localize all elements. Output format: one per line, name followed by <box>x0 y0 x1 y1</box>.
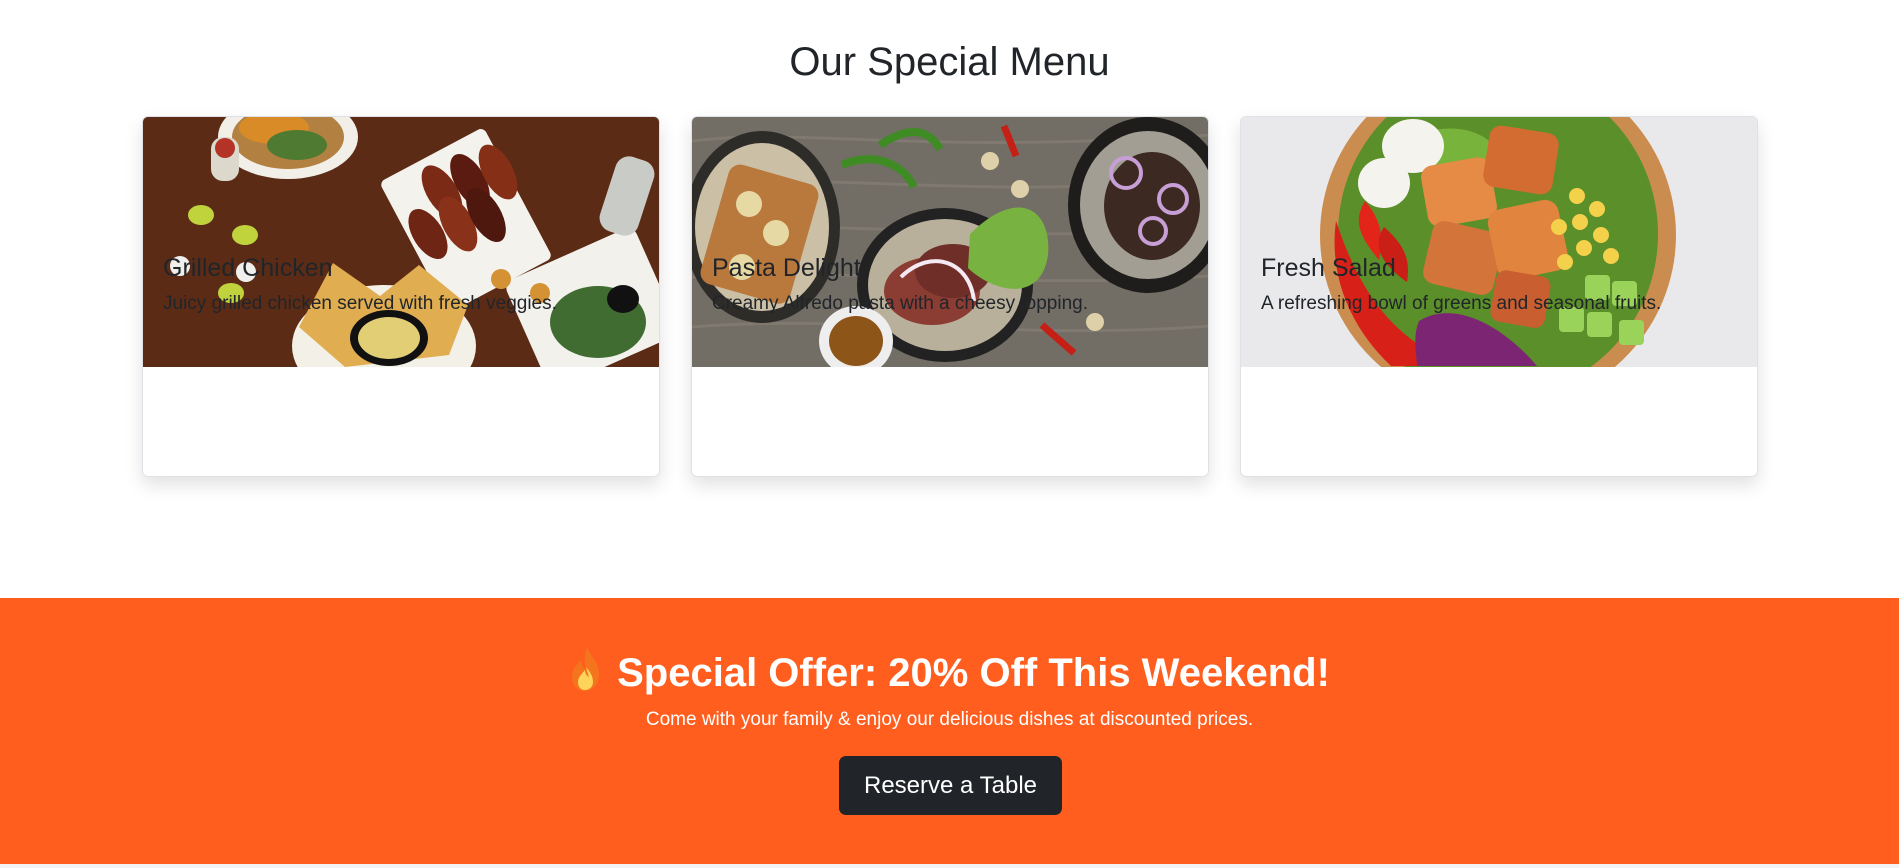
menu-card-fresh-salad[interactable]: Fresh Salad A refreshing bowl of greens … <box>1240 116 1758 477</box>
section-title: Our Special Menu <box>789 40 1110 84</box>
fresh-salad-image <box>1241 117 1757 367</box>
special-offer-banner: Special Offer: 20% Off This Weekend! Com… <box>0 598 1899 868</box>
card-title: Pasta Delight <box>712 254 861 282</box>
card-body <box>143 367 659 476</box>
grilled-chicken-image <box>143 117 659 367</box>
card-body <box>692 367 1208 476</box>
pasta-delight-image <box>692 117 1208 367</box>
card-description: Juicy grilled chicken served with fresh … <box>163 293 557 314</box>
reserve-table-button[interactable]: Reserve a Table <box>839 756 1062 815</box>
offer-heading-text: Special Offer: 20% Off This Weekend! <box>617 651 1330 695</box>
card-description: Creamy Alfredo pasta with a cheesy toppi… <box>712 293 1088 314</box>
bottom-edge <box>0 864 1899 868</box>
card-description: A refreshing bowl of greens and seasonal… <box>1261 293 1662 314</box>
flame-icon <box>572 647 600 691</box>
card-title: Fresh Salad <box>1261 254 1396 282</box>
offer-heading: Special Offer: 20% Off This Weekend! <box>0 646 1899 698</box>
menu-card-pasta-delight[interactable]: Pasta Delight Creamy Alfredo pasta with … <box>691 116 1209 477</box>
card-title: Grilled Chicken <box>163 254 333 282</box>
special-menu-section: Our Special Menu Grilled Chicken Juicy g… <box>0 0 1899 598</box>
card-body <box>1241 367 1757 476</box>
menu-card-grilled-chicken[interactable]: Grilled Chicken Juicy grilled chicken se… <box>142 116 660 477</box>
offer-subtitle: Come with your family & enjoy our delici… <box>645 709 1254 730</box>
